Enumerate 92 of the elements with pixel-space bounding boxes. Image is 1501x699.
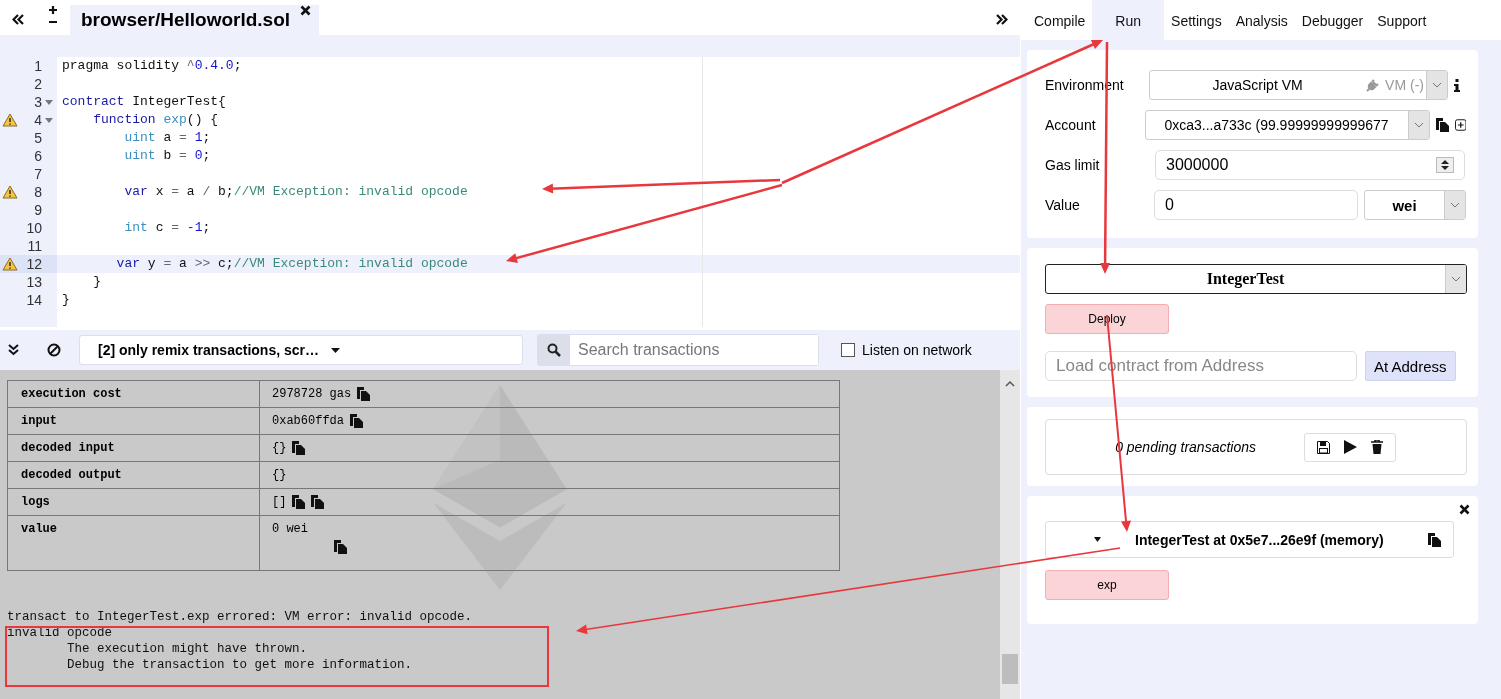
collapse-left-icon[interactable] xyxy=(12,14,24,25)
copy-icon[interactable] xyxy=(1428,532,1441,547)
filter-dropdown[interactable]: [2] only remix transactions, scr… xyxy=(79,335,523,365)
expand-right-icon[interactable] xyxy=(996,14,1008,25)
line-number: 5 xyxy=(33,130,42,146)
code-line: } xyxy=(62,292,70,307)
table-cell: decoded input xyxy=(7,434,260,462)
line-number: 7 xyxy=(33,166,42,182)
scroll-up-icon[interactable] xyxy=(1005,380,1015,388)
contract-dropdown[interactable]: IntegerTest xyxy=(1045,264,1467,294)
copy-icon[interactable] xyxy=(292,441,306,455)
checkbox[interactable] xyxy=(841,343,855,357)
log-line: transact to IntegerTest.exp errored: VM error: invalid opcode. xyxy=(7,609,474,625)
table-cell: [] xyxy=(272,495,287,509)
checkbox-label[interactable]: Listen on network xyxy=(862,342,972,358)
unit-dropdown[interactable]: wei xyxy=(1364,190,1466,220)
fold-icon[interactable] xyxy=(45,99,53,105)
clear-icon[interactable] xyxy=(47,343,61,357)
line-number: 8 xyxy=(33,184,42,200)
log-line: The execution might have thrown. xyxy=(66,641,309,657)
panel-tab[interactable]: Settings xyxy=(1164,0,1229,40)
field-label: Gas limit xyxy=(1045,157,1101,173)
line-number: 10 xyxy=(25,220,42,236)
environment-dropdown[interactable]: JavaScript VM VM (-) xyxy=(1149,70,1448,100)
panel-tab[interactable]: Compile xyxy=(1027,0,1093,40)
table-cell: 2978728 gas xyxy=(272,387,352,401)
search-icon[interactable] xyxy=(547,343,561,357)
value-field[interactable]: 0 xyxy=(1153,190,1358,220)
table-cell: {} xyxy=(272,441,287,455)
code-line: uint b = 0; xyxy=(123,148,211,163)
code-line: var y = a >> c;//VM Exception: invalid opcode xyxy=(115,256,468,271)
field-label: Value xyxy=(1045,197,1081,213)
trash-icon[interactable] xyxy=(1371,440,1383,454)
code-line: function exp() { xyxy=(92,112,219,127)
panel-tab[interactable]: Analysis xyxy=(1228,0,1295,40)
line-number: 1 xyxy=(33,58,42,74)
search-field[interactable]: Search transactions xyxy=(537,334,819,366)
table-cell: value xyxy=(7,515,260,571)
plug-icon xyxy=(1365,77,1382,93)
close-icon[interactable] xyxy=(1459,504,1470,515)
file-tab[interactable]: browser/Helloworld.sol xyxy=(70,5,320,35)
table-cell: {} xyxy=(272,468,287,482)
collapse-down-icon[interactable] xyxy=(8,344,19,356)
code-line: contract IntegerTest{ xyxy=(62,94,226,109)
add-icon[interactable] xyxy=(1454,119,1466,131)
line-number: 4 xyxy=(33,112,42,128)
line-number: 3 xyxy=(33,94,42,110)
table-cell: decoded output xyxy=(7,461,260,489)
line-number: 11 xyxy=(26,238,42,254)
log-line: Debug the transaction to get more information. xyxy=(66,657,414,673)
copy-icon[interactable] xyxy=(1435,118,1449,132)
copy-icon[interactable] xyxy=(357,387,371,401)
fold-icon[interactable] xyxy=(45,117,53,123)
at-address-button[interactable]: At Address xyxy=(1365,351,1456,381)
table-cell: logs xyxy=(7,488,260,516)
code-line: uint a = 1; xyxy=(123,130,211,145)
copy-icon[interactable] xyxy=(292,495,306,509)
account-dropdown[interactable]: 0xca3...a733c (99.99999999999677 xyxy=(1144,110,1430,140)
line-number: 12 xyxy=(25,256,42,272)
caret-icon[interactable] xyxy=(330,347,340,353)
font-size-icon[interactable] xyxy=(48,5,58,25)
code-line: pragma solidity ^0.4.0; xyxy=(62,58,242,73)
scrollbar-thumb[interactable] xyxy=(1002,654,1018,684)
close-icon[interactable] xyxy=(300,5,312,16)
line-number: 13 xyxy=(25,274,42,290)
field-label: Account xyxy=(1045,117,1097,133)
table-cell: execution cost xyxy=(7,380,260,408)
instance-header[interactable]: IntegerTest at 0x5e7...26e9f (memory) xyxy=(1045,521,1454,558)
line-number: 2 xyxy=(33,76,42,92)
panel-tab[interactable]: Run xyxy=(1092,0,1165,40)
line-number: 14 xyxy=(25,292,42,308)
table-cell-text: 0 wei xyxy=(272,522,309,536)
panel-tab[interactable]: Debugger xyxy=(1294,0,1371,40)
copy-icon[interactable] xyxy=(311,495,325,509)
gas-limit-field[interactable]: 3000000 xyxy=(1155,150,1465,180)
table-cell: input xyxy=(7,407,260,435)
copy-icon[interactable] xyxy=(334,540,347,554)
code-line: int c = -1; xyxy=(123,220,211,235)
spinner-icon[interactable] xyxy=(1436,157,1454,173)
save-icon[interactable] xyxy=(1317,440,1330,454)
play-icon[interactable] xyxy=(1344,440,1357,454)
code-line: } xyxy=(92,274,101,289)
panel-tab[interactable]: Support xyxy=(1370,0,1434,40)
caret-icon[interactable] xyxy=(1094,537,1101,542)
info-icon[interactable] xyxy=(1454,78,1460,92)
line-number: 6 xyxy=(33,148,42,164)
function-button[interactable]: exp xyxy=(1045,570,1169,600)
copy-icon[interactable] xyxy=(350,414,363,428)
log-line: invalid opcode xyxy=(7,625,114,641)
code-line: var x = a / b;//VM Exception: invalid opcode xyxy=(123,184,468,199)
table-cell: 0xab60ffda xyxy=(272,414,344,428)
line-number: 9 xyxy=(33,202,42,218)
